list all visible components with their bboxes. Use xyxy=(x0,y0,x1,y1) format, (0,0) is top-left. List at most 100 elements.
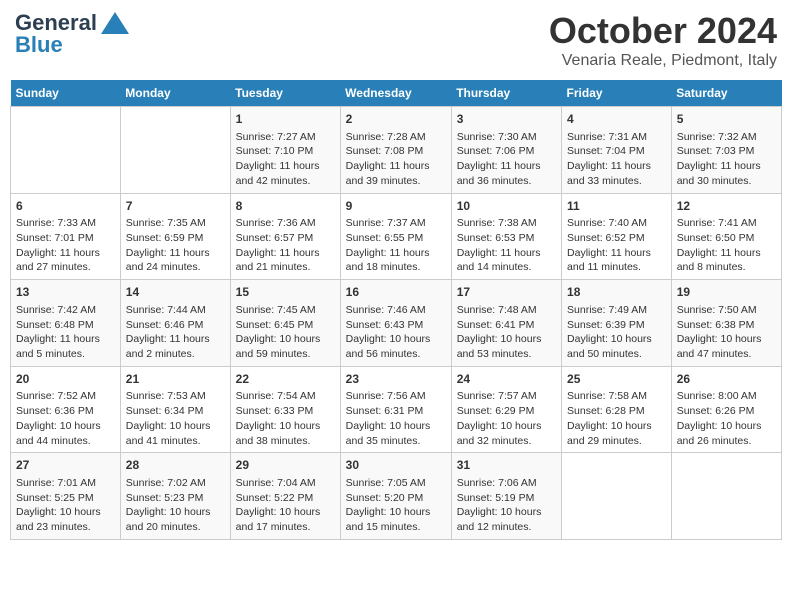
cell-text: Daylight: 10 hours and 20 minutes. xyxy=(126,505,225,534)
cell-text: Sunset: 6:48 PM xyxy=(16,318,115,333)
cell-text: Sunrise: 7:52 AM xyxy=(16,389,115,404)
calendar-cell: 11Sunrise: 7:40 AMSunset: 6:52 PMDayligh… xyxy=(562,193,672,280)
cell-text: Sunrise: 7:35 AM xyxy=(126,216,225,231)
cell-text: Daylight: 10 hours and 56 minutes. xyxy=(346,332,446,361)
cell-text: Sunset: 6:29 PM xyxy=(457,404,556,419)
cell-text: Sunrise: 7:02 AM xyxy=(126,476,225,491)
cell-text: Sunset: 6:41 PM xyxy=(457,318,556,333)
calendar-cell xyxy=(671,453,781,540)
cell-text: Sunrise: 7:31 AM xyxy=(567,130,666,145)
day-number: 22 xyxy=(236,371,335,388)
cell-text: Sunrise: 7:49 AM xyxy=(567,303,666,318)
calendar-cell xyxy=(562,453,672,540)
cell-text: Daylight: 11 hours and 30 minutes. xyxy=(677,159,776,188)
cell-text: Daylight: 10 hours and 12 minutes. xyxy=(457,505,556,534)
day-number: 2 xyxy=(346,111,446,128)
day-number: 9 xyxy=(346,198,446,215)
calendar-cell: 18Sunrise: 7:49 AMSunset: 6:39 PMDayligh… xyxy=(562,280,672,367)
cell-text: Sunset: 5:25 PM xyxy=(16,491,115,506)
page-header: General Blue October 2024 Venaria Reale,… xyxy=(10,10,782,70)
cell-text: Sunrise: 7:42 AM xyxy=(16,303,115,318)
day-number: 25 xyxy=(567,371,666,388)
cell-text: Daylight: 10 hours and 32 minutes. xyxy=(457,419,556,448)
cell-text: Sunset: 7:08 PM xyxy=(346,144,446,159)
cell-text: Sunrise: 7:30 AM xyxy=(457,130,556,145)
cell-text: Sunrise: 7:48 AM xyxy=(457,303,556,318)
calendar-cell: 5Sunrise: 7:32 AMSunset: 7:03 PMDaylight… xyxy=(671,107,781,194)
cell-text: Sunrise: 7:05 AM xyxy=(346,476,446,491)
day-number: 26 xyxy=(677,371,776,388)
calendar-cell: 8Sunrise: 7:36 AMSunset: 6:57 PMDaylight… xyxy=(230,193,340,280)
cell-text: Sunset: 6:39 PM xyxy=(567,318,666,333)
calendar-cell xyxy=(120,107,230,194)
calendar-cell: 29Sunrise: 7:04 AMSunset: 5:22 PMDayligh… xyxy=(230,453,340,540)
page-title: October 2024 xyxy=(549,10,777,52)
calendar-cell: 19Sunrise: 7:50 AMSunset: 6:38 PMDayligh… xyxy=(671,280,781,367)
calendar-cell: 4Sunrise: 7:31 AMSunset: 7:04 PMDaylight… xyxy=(562,107,672,194)
day-number: 4 xyxy=(567,111,666,128)
calendar-cell: 21Sunrise: 7:53 AMSunset: 6:34 PMDayligh… xyxy=(120,366,230,453)
cell-text: Daylight: 10 hours and 53 minutes. xyxy=(457,332,556,361)
cell-text: Daylight: 11 hours and 11 minutes. xyxy=(567,246,666,275)
cell-text: Daylight: 11 hours and 39 minutes. xyxy=(346,159,446,188)
cell-text: Daylight: 10 hours and 59 minutes. xyxy=(236,332,335,361)
cell-text: Daylight: 10 hours and 47 minutes. xyxy=(677,332,776,361)
calendar-week-row: 27Sunrise: 7:01 AMSunset: 5:25 PMDayligh… xyxy=(11,453,782,540)
calendar-cell: 30Sunrise: 7:05 AMSunset: 5:20 PMDayligh… xyxy=(340,453,451,540)
day-number: 23 xyxy=(346,371,446,388)
cell-text: Sunrise: 7:38 AM xyxy=(457,216,556,231)
cell-text: Sunset: 6:33 PM xyxy=(236,404,335,419)
day-number: 28 xyxy=(126,457,225,474)
day-of-week-header: Thursday xyxy=(451,80,561,107)
calendar-cell: 24Sunrise: 7:57 AMSunset: 6:29 PMDayligh… xyxy=(451,366,561,453)
page-subtitle: Venaria Reale, Piedmont, Italy xyxy=(549,52,777,70)
cell-text: Sunset: 7:03 PM xyxy=(677,144,776,159)
day-number: 1 xyxy=(236,111,335,128)
day-number: 19 xyxy=(677,284,776,301)
calendar-cell: 7Sunrise: 7:35 AMSunset: 6:59 PMDaylight… xyxy=(120,193,230,280)
cell-text: Sunrise: 8:00 AM xyxy=(677,389,776,404)
cell-text: Sunrise: 7:58 AM xyxy=(567,389,666,404)
day-of-week-header: Monday xyxy=(120,80,230,107)
cell-text: Sunrise: 7:56 AM xyxy=(346,389,446,404)
cell-text: Daylight: 10 hours and 35 minutes. xyxy=(346,419,446,448)
cell-text: Sunrise: 7:28 AM xyxy=(346,130,446,145)
cell-text: Sunset: 6:53 PM xyxy=(457,231,556,246)
cell-text: Sunrise: 7:44 AM xyxy=(126,303,225,318)
calendar-week-row: 20Sunrise: 7:52 AMSunset: 6:36 PMDayligh… xyxy=(11,366,782,453)
cell-text: Daylight: 10 hours and 15 minutes. xyxy=(346,505,446,534)
day-number: 8 xyxy=(236,198,335,215)
logo-triangle-icon xyxy=(101,12,129,34)
cell-text: Daylight: 10 hours and 44 minutes. xyxy=(16,419,115,448)
calendar-cell: 20Sunrise: 7:52 AMSunset: 6:36 PMDayligh… xyxy=(11,366,121,453)
calendar-cell: 28Sunrise: 7:02 AMSunset: 5:23 PMDayligh… xyxy=(120,453,230,540)
day-number: 10 xyxy=(457,198,556,215)
day-of-week-header: Friday xyxy=(562,80,672,107)
cell-text: Daylight: 11 hours and 14 minutes. xyxy=(457,246,556,275)
day-number: 29 xyxy=(236,457,335,474)
calendar-cell: 13Sunrise: 7:42 AMSunset: 6:48 PMDayligh… xyxy=(11,280,121,367)
cell-text: Sunset: 5:19 PM xyxy=(457,491,556,506)
cell-text: Daylight: 11 hours and 2 minutes. xyxy=(126,332,225,361)
cell-text: Sunrise: 7:36 AM xyxy=(236,216,335,231)
calendar-cell: 22Sunrise: 7:54 AMSunset: 6:33 PMDayligh… xyxy=(230,366,340,453)
cell-text: Sunset: 7:10 PM xyxy=(236,144,335,159)
cell-text: Sunrise: 7:54 AM xyxy=(236,389,335,404)
cell-text: Daylight: 10 hours and 38 minutes. xyxy=(236,419,335,448)
calendar-cell: 14Sunrise: 7:44 AMSunset: 6:46 PMDayligh… xyxy=(120,280,230,367)
cell-text: Daylight: 10 hours and 26 minutes. xyxy=(677,419,776,448)
day-number: 12 xyxy=(677,198,776,215)
cell-text: Daylight: 10 hours and 17 minutes. xyxy=(236,505,335,534)
cell-text: Sunset: 6:50 PM xyxy=(677,231,776,246)
calendar-cell: 27Sunrise: 7:01 AMSunset: 5:25 PMDayligh… xyxy=(11,453,121,540)
day-number: 21 xyxy=(126,371,225,388)
day-number: 5 xyxy=(677,111,776,128)
cell-text: Sunset: 6:59 PM xyxy=(126,231,225,246)
day-number: 3 xyxy=(457,111,556,128)
cell-text: Daylight: 11 hours and 42 minutes. xyxy=(236,159,335,188)
calendar-cell: 10Sunrise: 7:38 AMSunset: 6:53 PMDayligh… xyxy=(451,193,561,280)
calendar-header-row: SundayMondayTuesdayWednesdayThursdayFrid… xyxy=(11,80,782,107)
calendar-cell: 26Sunrise: 8:00 AMSunset: 6:26 PMDayligh… xyxy=(671,366,781,453)
cell-text: Sunrise: 7:33 AM xyxy=(16,216,115,231)
calendar-cell: 16Sunrise: 7:46 AMSunset: 6:43 PMDayligh… xyxy=(340,280,451,367)
